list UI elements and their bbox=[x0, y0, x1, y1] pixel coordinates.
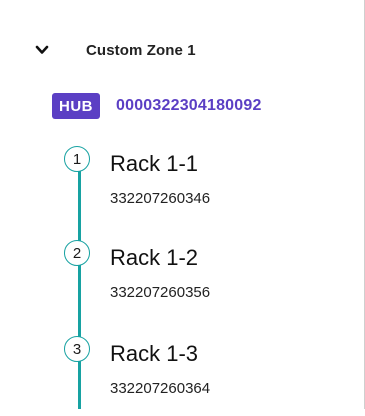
rack-number-badge: 3 bbox=[64, 336, 90, 362]
zone-title: Custom Zone 1 bbox=[86, 41, 196, 59]
chevron-down-icon[interactable] bbox=[32, 40, 52, 60]
zone-header[interactable]: Custom Zone 1 bbox=[32, 38, 196, 62]
rack-item[interactable]: 3 Rack 1-3 332207260364 bbox=[64, 336, 344, 416]
rack-item[interactable]: 1 Rack 1-1 332207260346 bbox=[64, 146, 344, 226]
hub-id-link[interactable]: 0000322304180092 bbox=[116, 97, 262, 115]
rack-name: Rack 1-3 bbox=[110, 341, 199, 366]
rack-item[interactable]: 2 Rack 1-2 332207260356 bbox=[64, 240, 344, 320]
rack-name: Rack 1-2 bbox=[110, 245, 199, 270]
rack-name: Rack 1-1 bbox=[110, 151, 199, 176]
rack-serial: 332207260364 bbox=[110, 380, 211, 397]
rack-number-badge: 2 bbox=[64, 240, 90, 266]
rack-number-badge: 1 bbox=[64, 146, 90, 172]
hub-badge: HUB bbox=[52, 93, 100, 119]
hub-row[interactable]: HUB 0000322304180092 bbox=[52, 92, 262, 120]
rack-serial: 332207260346 bbox=[110, 190, 211, 207]
rack-serial: 332207260356 bbox=[110, 284, 211, 301]
